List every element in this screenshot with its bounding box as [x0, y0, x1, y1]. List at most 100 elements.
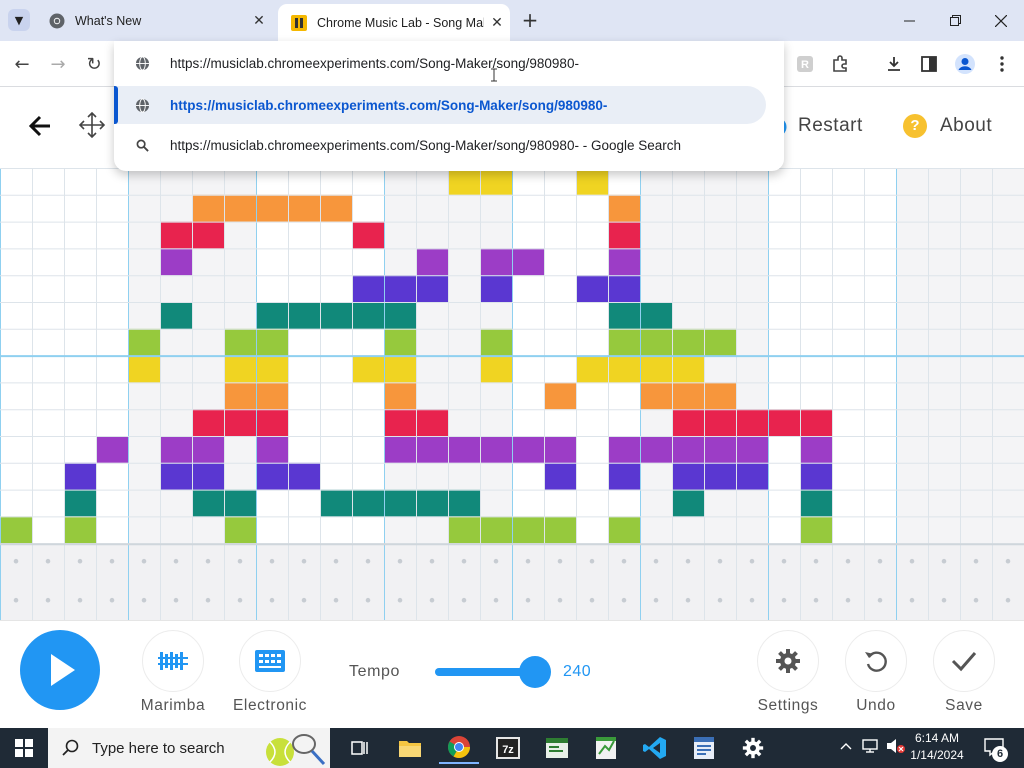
note-cell: [384, 436, 416, 463]
note-cell: [608, 194, 640, 222]
7zip-button[interactable]: 7z: [488, 732, 528, 764]
clock-time[interactable]: 6:14 AM: [908, 731, 966, 745]
close-icon: [995, 14, 1007, 27]
note-cell: [672, 382, 704, 410]
close-tab-icon[interactable]: ✕: [246, 13, 272, 29]
settings-taskbar-button[interactable]: [733, 732, 773, 764]
back-button[interactable]: ←: [6, 48, 38, 80]
note-cell: [256, 194, 288, 222]
percussion-dot: [973, 597, 979, 603]
percussion-dot: [845, 597, 851, 603]
extensions-button[interactable]: [824, 48, 856, 80]
note-cell: [128, 355, 160, 383]
start-button[interactable]: [4, 732, 44, 764]
percussion-dot: [717, 597, 723, 603]
forward-button[interactable]: →: [42, 48, 74, 80]
note-cell: [384, 382, 416, 410]
side-panel-button[interactable]: [913, 48, 945, 80]
note-cell: [384, 355, 416, 383]
clock-date[interactable]: 1/14/2024: [908, 748, 966, 762]
download-icon: [888, 57, 900, 71]
reload-button[interactable]: ↻: [78, 48, 110, 80]
document-button[interactable]: [684, 732, 724, 764]
move-icon[interactable]: [78, 111, 106, 139]
restart-button[interactable]: Restart: [798, 115, 863, 137]
extension-r-icon[interactable]: R: [789, 48, 821, 80]
percussion-dot: [909, 597, 915, 603]
tab-title: What's New: [75, 13, 142, 28]
new-tab-button[interactable]: +: [519, 9, 541, 31]
percussion-dot: [45, 597, 51, 603]
note-cell: [480, 168, 512, 195]
note-cell: [288, 194, 320, 222]
note-cell: [672, 355, 704, 383]
note-cell: [192, 436, 224, 463]
chevron-up-icon[interactable]: [840, 741, 852, 751]
percussion-dot: [269, 558, 275, 564]
menu-button[interactable]: [986, 48, 1018, 80]
save-button[interactable]: [933, 630, 995, 692]
profile-button[interactable]: [949, 48, 981, 80]
suggestion-item[interactable]: https://musiclab.chromeexperiments.com/S…: [114, 126, 784, 164]
note-cell: [800, 462, 832, 490]
vscode-icon: [643, 737, 666, 759]
tab-song-maker[interactable]: Chrome Music Lab - Song Maker ✕: [278, 4, 510, 41]
about-icon[interactable]: ?: [903, 114, 927, 138]
downloads-button[interactable]: [878, 48, 910, 80]
electronic-button[interactable]: [239, 630, 301, 692]
address-input[interactable]: https://musiclab.chromeexperiments.com/S…: [170, 56, 579, 71]
percussion-dot: [557, 597, 563, 603]
spreadsheet-button[interactable]: [586, 732, 626, 764]
note-cell: [256, 462, 288, 490]
note-cell: [448, 489, 480, 517]
about-button[interactable]: About: [940, 115, 992, 137]
note-cell: [224, 489, 256, 517]
tab-whats-new[interactable]: What's New ✕: [36, 0, 272, 41]
percussion-dot: [909, 558, 915, 564]
musiclab-icon: [291, 14, 307, 31]
taskbar-search[interactable]: Type here to search: [48, 728, 330, 768]
undo-label: Undo: [856, 697, 896, 714]
note-cell: [544, 462, 576, 490]
tab-search-dropdown-icon[interactable]: ▼: [8, 9, 30, 31]
volume-muted-icon[interactable]: [886, 738, 906, 754]
file-explorer-button[interactable]: [390, 732, 430, 764]
close-window-button[interactable]: [978, 0, 1024, 41]
note-cell: [192, 221, 224, 249]
song-grid[interactable]: [0, 168, 1024, 620]
percussion-dot: [173, 558, 179, 564]
note-cell: [256, 355, 288, 383]
undo-button[interactable]: [845, 630, 907, 692]
note-cell: [256, 382, 288, 410]
chrome-taskbar-button[interactable]: [439, 732, 479, 764]
marimba-button[interactable]: [142, 630, 204, 692]
note-cell: [192, 489, 224, 517]
percussion-dot: [397, 597, 403, 603]
app-button[interactable]: [537, 732, 577, 764]
note-cell: [96, 436, 128, 463]
note-cell: [256, 409, 288, 436]
network-icon[interactable]: [862, 738, 880, 754]
note-cell: [704, 436, 736, 463]
percussion-dot: [717, 558, 723, 564]
note-cell: [608, 275, 640, 302]
suggestion-item[interactable]: https://musiclab.chromeexperiments.com/S…: [114, 86, 766, 124]
settings-button[interactable]: [757, 630, 819, 692]
note-cell: [736, 462, 768, 490]
restore-button[interactable]: [932, 0, 978, 41]
percussion-dot: [589, 558, 595, 564]
marimba-label: Marimba: [140, 697, 206, 714]
task-view-button[interactable]: [340, 732, 380, 764]
play-button[interactable]: [20, 630, 100, 710]
close-tab-icon[interactable]: ✕: [484, 15, 510, 31]
minimize-button[interactable]: [886, 0, 932, 41]
tempo-slider-thumb[interactable]: [519, 656, 551, 688]
percussion-dot: [237, 597, 243, 603]
vscode-button[interactable]: [635, 732, 675, 764]
omnibox-input-row[interactable]: https://musiclab.chromeexperiments.com/S…: [114, 44, 784, 82]
back-arrow-icon[interactable]: [28, 115, 52, 137]
tempo-slider-track[interactable]: [435, 656, 551, 688]
note-cell: [640, 382, 672, 410]
note-cell: [608, 516, 640, 544]
note-cell: [160, 302, 192, 329]
